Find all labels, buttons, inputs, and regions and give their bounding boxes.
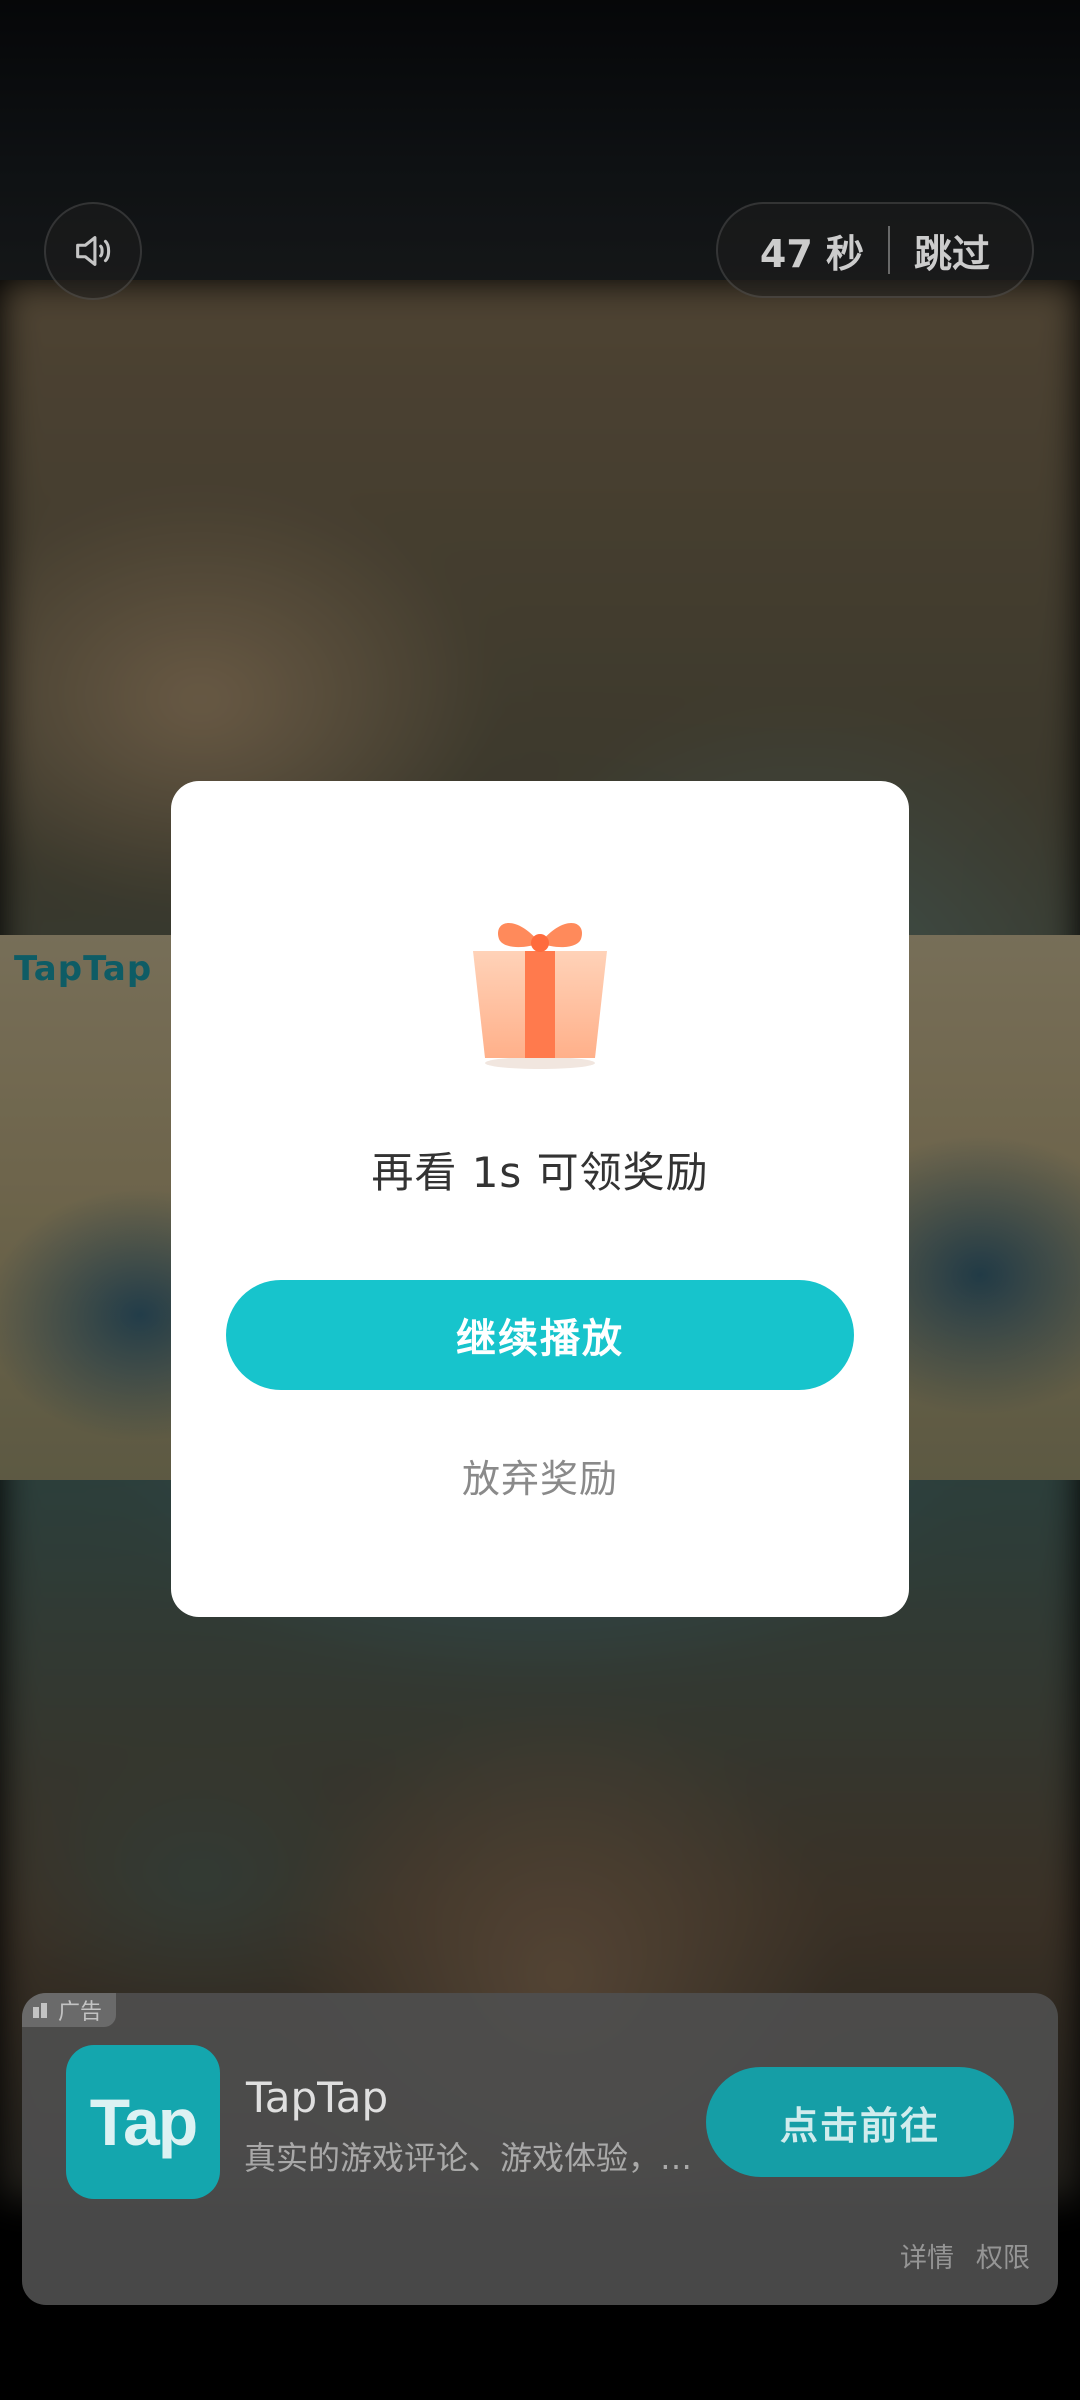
details-link[interactable]: 详情 (900, 2236, 954, 2275)
abandon-reward-link[interactable]: 放弃奖励 (462, 1448, 618, 1503)
continue-playing-button[interactable]: 继续播放 (226, 1280, 854, 1390)
ad-badge-label: 广告 (58, 2000, 103, 2025)
app-name: TapTap (246, 2073, 389, 2122)
app-icon[interactable]: Tap (66, 2045, 220, 2199)
ad-info-icon (33, 2003, 47, 2018)
go-now-button[interactable]: 点击前往 (706, 2067, 1014, 2177)
countdown-skip-pill[interactable]: 47 秒 跳过 (716, 202, 1034, 298)
reward-message: 再看 1s 可领奖励 (371, 1148, 709, 1197)
ad-card[interactable]: 广告 Tap TapTap 真实的游戏评论、游戏体验，… 点击前往 详情 权限 (22, 1993, 1058, 2305)
gift-icon (455, 903, 625, 1073)
sound-toggle-button[interactable] (44, 202, 142, 300)
countdown-timer: 47 秒 (759, 231, 865, 276)
permissions-link[interactable]: 权限 (976, 2236, 1030, 2275)
speaker-icon (76, 236, 111, 266)
app-description: 真实的游戏评论、游戏体验，… (244, 2139, 693, 2177)
reward-dialog: 再看 1s 可领奖励 继续播放 放弃奖励 (171, 781, 909, 1617)
bottom-bar (0, 2305, 1080, 2400)
ad-badge: 广告 (22, 1993, 117, 2027)
ad-links: 详情 权限 (900, 2236, 1030, 2275)
timer-divider (888, 226, 891, 274)
skip-button[interactable]: 跳过 (914, 223, 990, 278)
app-icon-logo-text: Tap (89, 2085, 198, 2159)
